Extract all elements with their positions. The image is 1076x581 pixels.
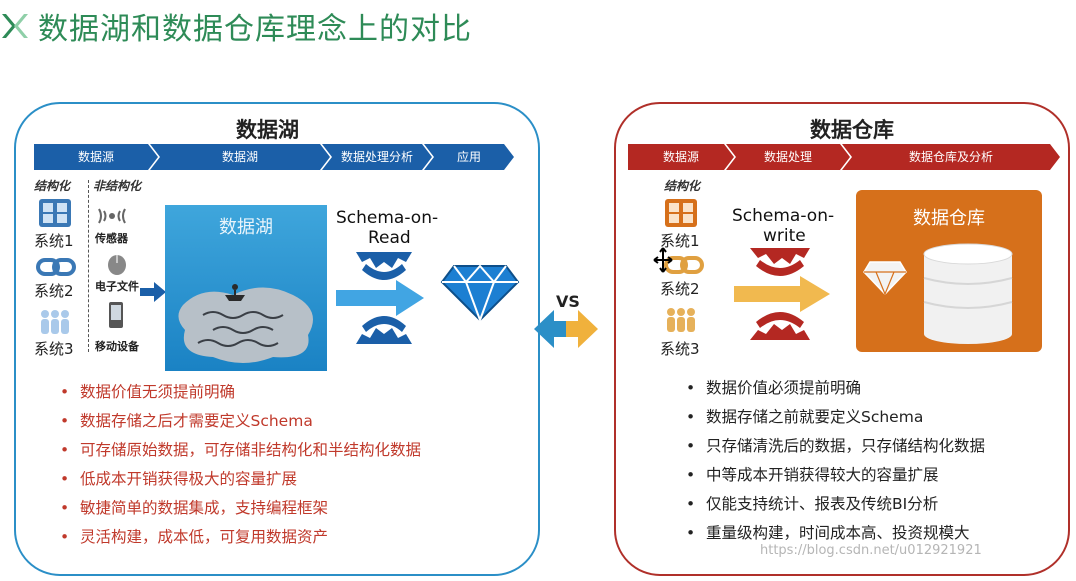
watermark: https://blog.csdn.net/u012921921	[760, 543, 982, 558]
lake-bullet-item: 灵活构建，成本低，可复用数据资产	[52, 523, 421, 552]
lake-bullet-item: 可存储原始数据，可存储非结构化和半结构化数据	[52, 436, 421, 465]
sensor-icon	[98, 208, 126, 224]
slide-title: 数据湖和数据仓库理念上的对比	[38, 12, 472, 47]
data-warehouse-panel-title: 数据仓库	[810, 118, 894, 142]
lake-bullet-item: 敏捷简单的数据集成，支持编程框架	[52, 494, 421, 523]
schema-on-write-label-line1: Schema-on-	[732, 206, 835, 226]
processing-gears-icon	[734, 248, 830, 340]
mouse-icon	[108, 255, 126, 275]
chain-link-icon	[36, 258, 76, 276]
warehouse-stage-analysis: 数据仓库及分析	[842, 144, 1060, 170]
warehouse-bullet-item: 只存储清洗后的数据，只存储结构化数据	[678, 432, 985, 461]
diamond-icon	[863, 261, 907, 296]
lake-system-3-label: 系统3	[34, 340, 74, 358]
warehouse-bullet-item: 数据价值必须提前明确	[678, 374, 985, 403]
lake-stage-lake: 数据湖	[150, 144, 330, 170]
schema-on-write-label-line2: write	[763, 226, 806, 246]
logo-icon	[2, 14, 28, 38]
people-icon	[41, 310, 69, 334]
warehouse-stage-source: 数据源	[628, 144, 734, 170]
mouse-cursor-icon	[653, 247, 673, 273]
data-lake-panel-title: 数据湖	[236, 118, 299, 142]
comparison-double-arrow-icon	[534, 310, 598, 348]
device-sensor-label: 传感器	[95, 232, 128, 245]
warehouse-bullet-item: 数据存储之前就要定义Schema	[678, 403, 985, 432]
data-warehouse-bullet-list: 数据价值必须提前明确 数据存储之前就要定义Schema 只存储清洗后的数据，只存…	[678, 374, 985, 548]
input-arrow-icon	[140, 282, 166, 302]
data-lake-box: 数据湖	[165, 205, 327, 371]
source-divider	[88, 180, 89, 352]
calculator-icon	[39, 199, 71, 227]
warehouse-system-2-label: 系统2	[660, 280, 700, 298]
lake-unstructured-label: 非结构化	[93, 179, 142, 193]
lake-system-2-label: 系统2	[34, 282, 74, 300]
processing-gears-icon	[336, 252, 424, 344]
device-electronic-file-label: 电子文件	[95, 280, 139, 293]
lake-bullet-item: 低成本开销获得极大的容量扩展	[52, 465, 421, 494]
device-mobile-label: 移动设备	[95, 340, 139, 353]
lake-structured-label: 结构化	[34, 179, 71, 193]
diamond-icon	[440, 264, 520, 322]
warehouse-structured-label: 结构化	[664, 179, 701, 193]
data-warehouse-box: 数据仓库	[856, 190, 1042, 352]
schema-on-read-label-line1: Schema-on-	[336, 208, 439, 228]
data-lake-stage-bar: 数据源 数据湖 数据处理分析 应用	[34, 144, 514, 170]
people-icon	[667, 308, 695, 332]
warehouse-system-3-label: 系统3	[660, 340, 700, 358]
lake-stage-processing: 数据处理分析	[322, 144, 432, 170]
data-warehouse-box-title: 数据仓库	[913, 208, 985, 229]
warehouse-bullet-item: 中等成本开销获得较大的容量扩展	[678, 461, 985, 490]
data-lake-box-title: 数据湖	[219, 217, 273, 238]
lake-bullet-item: 数据存储之后才需要定义Schema	[52, 407, 421, 436]
lake-water-icon	[178, 284, 313, 363]
lake-bullet-item: 数据价值无须提前明确	[52, 378, 421, 407]
vs-label: VS	[556, 292, 580, 311]
schema-on-read-label-line2: Read	[368, 228, 411, 248]
lake-stage-source: 数据源	[34, 144, 158, 170]
mobile-phone-icon	[109, 302, 123, 328]
warehouse-bullet-item: 仅能支持统计、报表及传统BI分析	[678, 490, 985, 519]
database-cylinder-icon	[923, 243, 1013, 344]
calculator-icon	[665, 199, 697, 227]
lake-stage-application: 应用	[424, 144, 514, 170]
data-lake-bullet-list: 数据价值无须提前明确 数据存储之后才需要定义Schema 可存储原始数据，可存储…	[52, 378, 421, 552]
data-warehouse-stage-bar: 数据源 数据处理 数据仓库及分析	[628, 144, 1060, 170]
lake-system-1-label: 系统1	[34, 232, 74, 250]
warehouse-stage-processing: 数据处理	[726, 144, 850, 170]
